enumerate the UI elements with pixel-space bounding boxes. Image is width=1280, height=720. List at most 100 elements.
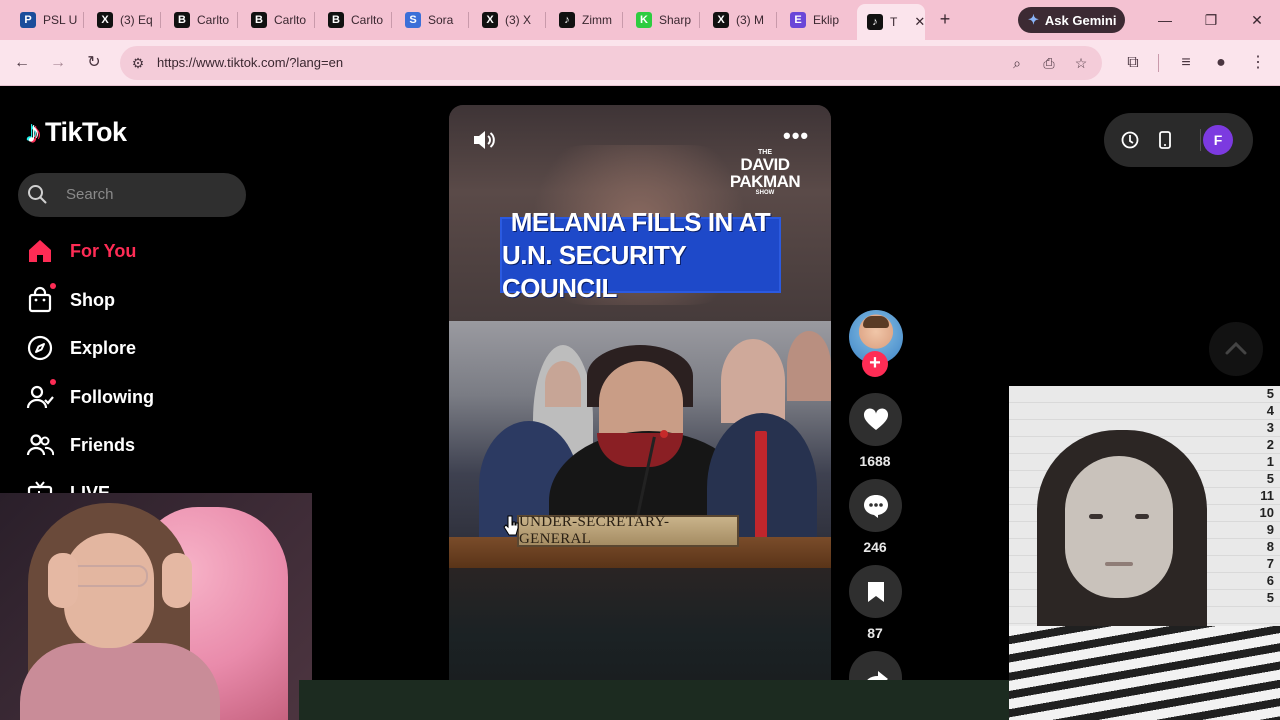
site-info-icon[interactable]: ⚙ bbox=[129, 54, 147, 72]
tiktok-icon: ♪ bbox=[867, 14, 883, 30]
mouse-cursor-icon bbox=[503, 515, 519, 536]
restore-icon[interactable]: ❐ bbox=[1201, 10, 1221, 30]
show-logo-pakman: PAKMAN bbox=[729, 172, 801, 191]
browser-tab[interactable]: ♪ T ✕ bbox=[857, 4, 925, 40]
nav-for-you[interactable]: For You bbox=[26, 236, 136, 266]
close-window-icon[interactable]: ✕ bbox=[1247, 10, 1267, 30]
tab-separator bbox=[776, 12, 777, 28]
browser-tab[interactable]: P PSL U bbox=[10, 6, 85, 34]
nav-following[interactable]: Following bbox=[26, 382, 154, 412]
zoom-icon[interactable]: ⌕ bbox=[1008, 54, 1026, 72]
show-logo: THE DAVID PAKMAN SHOW bbox=[729, 149, 801, 196]
shopping-bag-icon bbox=[26, 286, 54, 314]
nav-label: Friends bbox=[70, 434, 136, 455]
reload-icon[interactable]: ↻ bbox=[83, 52, 105, 74]
nav-explore[interactable]: Explore bbox=[26, 333, 136, 363]
tiktok-icon: ♪ bbox=[559, 12, 575, 28]
ask-gemini-button[interactable]: ✦ Ask Gemini bbox=[1018, 7, 1125, 33]
k-logo-icon: K bbox=[636, 12, 652, 28]
mugshot-striped-shirt bbox=[1009, 626, 1280, 720]
height-scale-number: 8 bbox=[1266, 539, 1274, 554]
nav-friends[interactable]: Friends bbox=[26, 430, 135, 460]
minimize-icon[interactable]: — bbox=[1155, 10, 1175, 30]
comment-button[interactable] bbox=[849, 479, 902, 532]
url-text[interactable]: https://www.tiktok.com/?lang=en bbox=[157, 55, 343, 70]
tiktok-wordmark: TikTok bbox=[45, 117, 127, 147]
tab-title: Sharp bbox=[659, 13, 692, 27]
browser-menu-icon[interactable]: ⋮ bbox=[1247, 52, 1269, 74]
height-scale-number: 4 bbox=[1266, 403, 1274, 418]
browser-tab[interactable]: B Carlto bbox=[241, 6, 316, 34]
save-button[interactable] bbox=[849, 565, 902, 618]
mugshot-overlay: 5 4 3 2 1 5 11 10 9 8 7 6 5 bbox=[1009, 386, 1280, 720]
height-scale-number: 11 bbox=[1260, 488, 1274, 503]
height-scale-number: 7 bbox=[1266, 556, 1274, 571]
toolbar-divider bbox=[1158, 54, 1159, 72]
browser-tab[interactable]: ♪ Zimm bbox=[549, 6, 624, 34]
home-icon bbox=[26, 237, 54, 265]
tab-title: Carlto bbox=[274, 13, 307, 27]
like-button[interactable] bbox=[849, 393, 902, 446]
tab-title: (3) M bbox=[736, 13, 764, 27]
tiktok-logo[interactable]: ♪ TikTok bbox=[26, 117, 127, 148]
tab-separator bbox=[622, 12, 623, 28]
nav-label: Explore bbox=[70, 337, 137, 358]
sora-icon: S bbox=[405, 12, 421, 28]
browser-tab[interactable]: X (3) Eq bbox=[87, 6, 162, 34]
search-input[interactable]: Search bbox=[18, 173, 246, 217]
height-scale-number: 2 bbox=[1266, 437, 1274, 452]
search-placeholder: Search bbox=[66, 186, 114, 203]
bottom-overlay-strip bbox=[299, 680, 1009, 720]
mugshot-left-eye bbox=[1089, 514, 1103, 519]
follow-plus-button[interactable]: + bbox=[862, 351, 888, 377]
user-avatar[interactable]: F bbox=[1203, 125, 1233, 155]
coins-icon[interactable] bbox=[1120, 130, 1140, 150]
heart-icon bbox=[863, 407, 888, 430]
media-controls-icon[interactable]: ≡ bbox=[1175, 52, 1197, 74]
forward-arrow-icon[interactable]: → bbox=[47, 52, 69, 74]
browser-tab[interactable]: X (3) X bbox=[472, 6, 547, 34]
gemini-sparkle-icon: ✦ bbox=[1028, 12, 1039, 27]
install-app-icon[interactable]: ⎙ bbox=[1040, 54, 1058, 72]
tab-separator bbox=[237, 12, 238, 28]
tab-title: (3) Eq bbox=[120, 13, 153, 27]
nav-label: Shop bbox=[70, 289, 115, 310]
tab-separator bbox=[391, 12, 392, 28]
close-tab-icon[interactable]: ✕ bbox=[914, 14, 925, 30]
video-player[interactable]: MELANIA FILLS IN AT U.N. SECURITY COUNCI… bbox=[449, 105, 831, 680]
browser-tab[interactable]: B Carlto bbox=[164, 6, 239, 34]
tab-title: Sora bbox=[428, 13, 454, 27]
browser-tab[interactable]: K Sharp bbox=[626, 6, 701, 34]
extensions-icon[interactable]: ⧉ bbox=[1122, 52, 1144, 74]
back-arrow-icon[interactable]: ← bbox=[11, 52, 33, 74]
profile-icon[interactable]: ● bbox=[1210, 52, 1232, 74]
nav-shop[interactable]: Shop bbox=[26, 285, 115, 315]
height-scale-number: 3 bbox=[1266, 420, 1274, 435]
address-bar[interactable]: ⚙ https://www.tiktok.com/?lang=en ⌕ ⎙ ☆ bbox=[120, 46, 1102, 80]
volume-icon[interactable] bbox=[471, 127, 497, 153]
man-right-face bbox=[787, 331, 831, 401]
more-options-icon[interactable]: ••• bbox=[783, 125, 809, 147]
browser-tab[interactable]: E Eklip bbox=[780, 6, 855, 34]
b-logo-icon: B bbox=[174, 12, 190, 28]
tab-separator bbox=[699, 12, 700, 28]
tab-separator bbox=[160, 12, 161, 28]
height-scale-number: 5 bbox=[1266, 590, 1274, 605]
x-logo-icon: X bbox=[713, 12, 729, 28]
height-scale-number: 5 bbox=[1266, 471, 1274, 486]
bookmark-star-icon[interactable]: ☆ bbox=[1072, 54, 1090, 72]
get-app-icon[interactable] bbox=[1155, 130, 1175, 150]
headline-line-1: MELANIA FILLS IN AT bbox=[510, 206, 771, 237]
mugshot-face bbox=[1065, 456, 1173, 598]
previous-video-button[interactable] bbox=[1209, 322, 1263, 376]
tab-title: PSL U bbox=[43, 13, 78, 27]
following-notification-dot bbox=[50, 379, 56, 385]
x-logo-icon: X bbox=[482, 12, 498, 28]
browser-tab[interactable]: B Carlto bbox=[318, 6, 393, 34]
video-nameplate: UNDER-SECRETARY-GENERAL bbox=[517, 514, 739, 547]
browser-tab[interactable]: X (3) M bbox=[703, 6, 778, 34]
tab-title: Carlto bbox=[351, 13, 384, 27]
height-scale-number: 1 bbox=[1266, 454, 1274, 469]
new-tab-button[interactable]: + bbox=[934, 9, 956, 31]
browser-tab[interactable]: S Sora bbox=[395, 6, 470, 34]
